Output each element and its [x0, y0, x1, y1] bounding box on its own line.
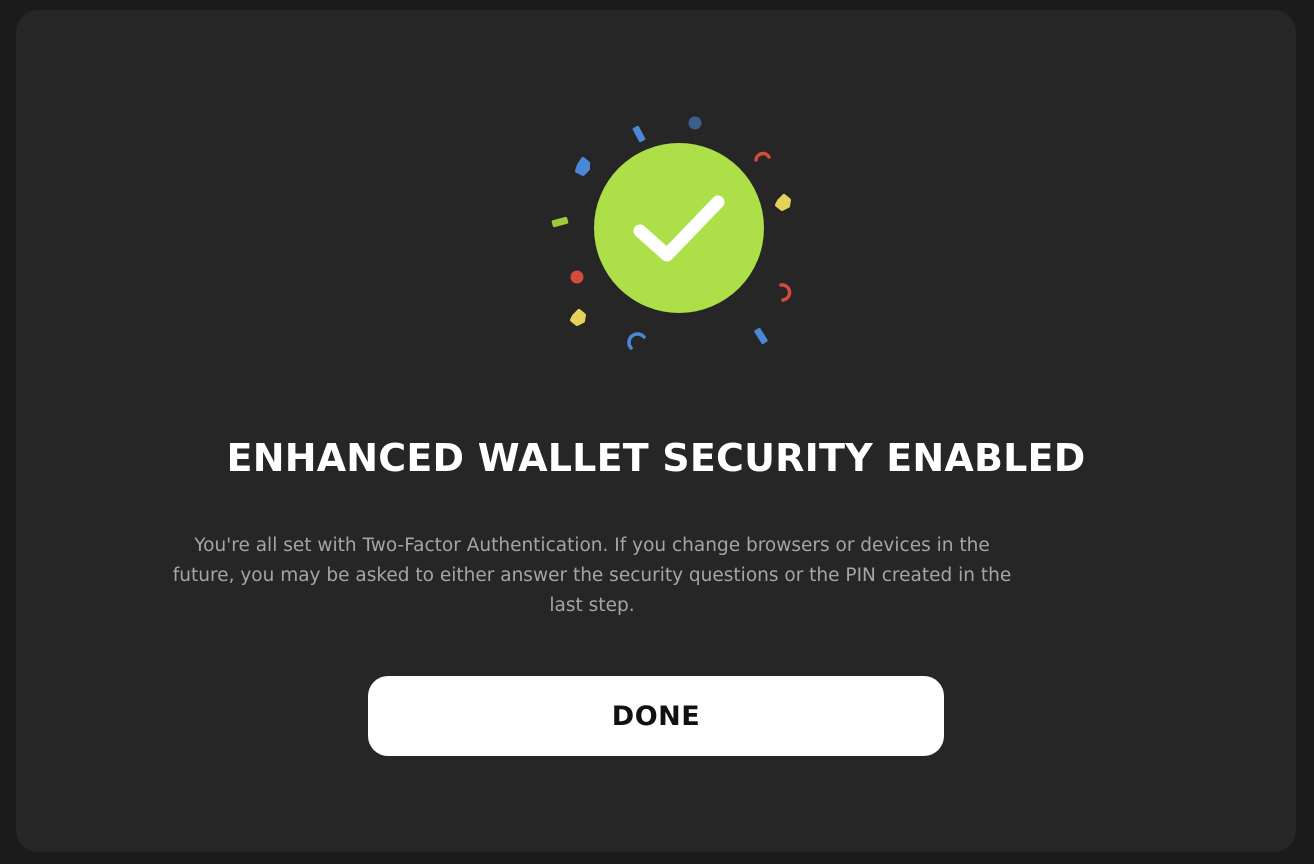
confetti-blue-flower [575, 157, 590, 176]
dialog-title: ENHANCED WALLET SECURITY ENABLED [226, 436, 1086, 480]
dialog-message: You're all set with Two-Factor Authentic… [172, 535, 1012, 616]
confetti-illustration [551, 116, 792, 350]
confetti-yellow-flower-2 [570, 309, 586, 326]
success-illustration [536, 105, 806, 360]
confetti-red-dot [570, 270, 584, 284]
confetti-yellow-flower [775, 194, 791, 211]
confetti-red-arc-2 [779, 283, 792, 302]
confetti-blue-arc [627, 332, 646, 350]
confetti-blue-dash [632, 125, 646, 143]
confetti-navy-dot [688, 116, 702, 130]
confetti-green-dash [551, 216, 569, 228]
confetti-blue-dash-2 [754, 327, 768, 345]
confetti-red-arc [754, 151, 771, 162]
success-dialog: ENHANCED WALLET SECURITY ENABLED You're … [16, 10, 1296, 852]
done-button[interactable]: DONE [368, 676, 944, 756]
check-circle [594, 143, 764, 313]
